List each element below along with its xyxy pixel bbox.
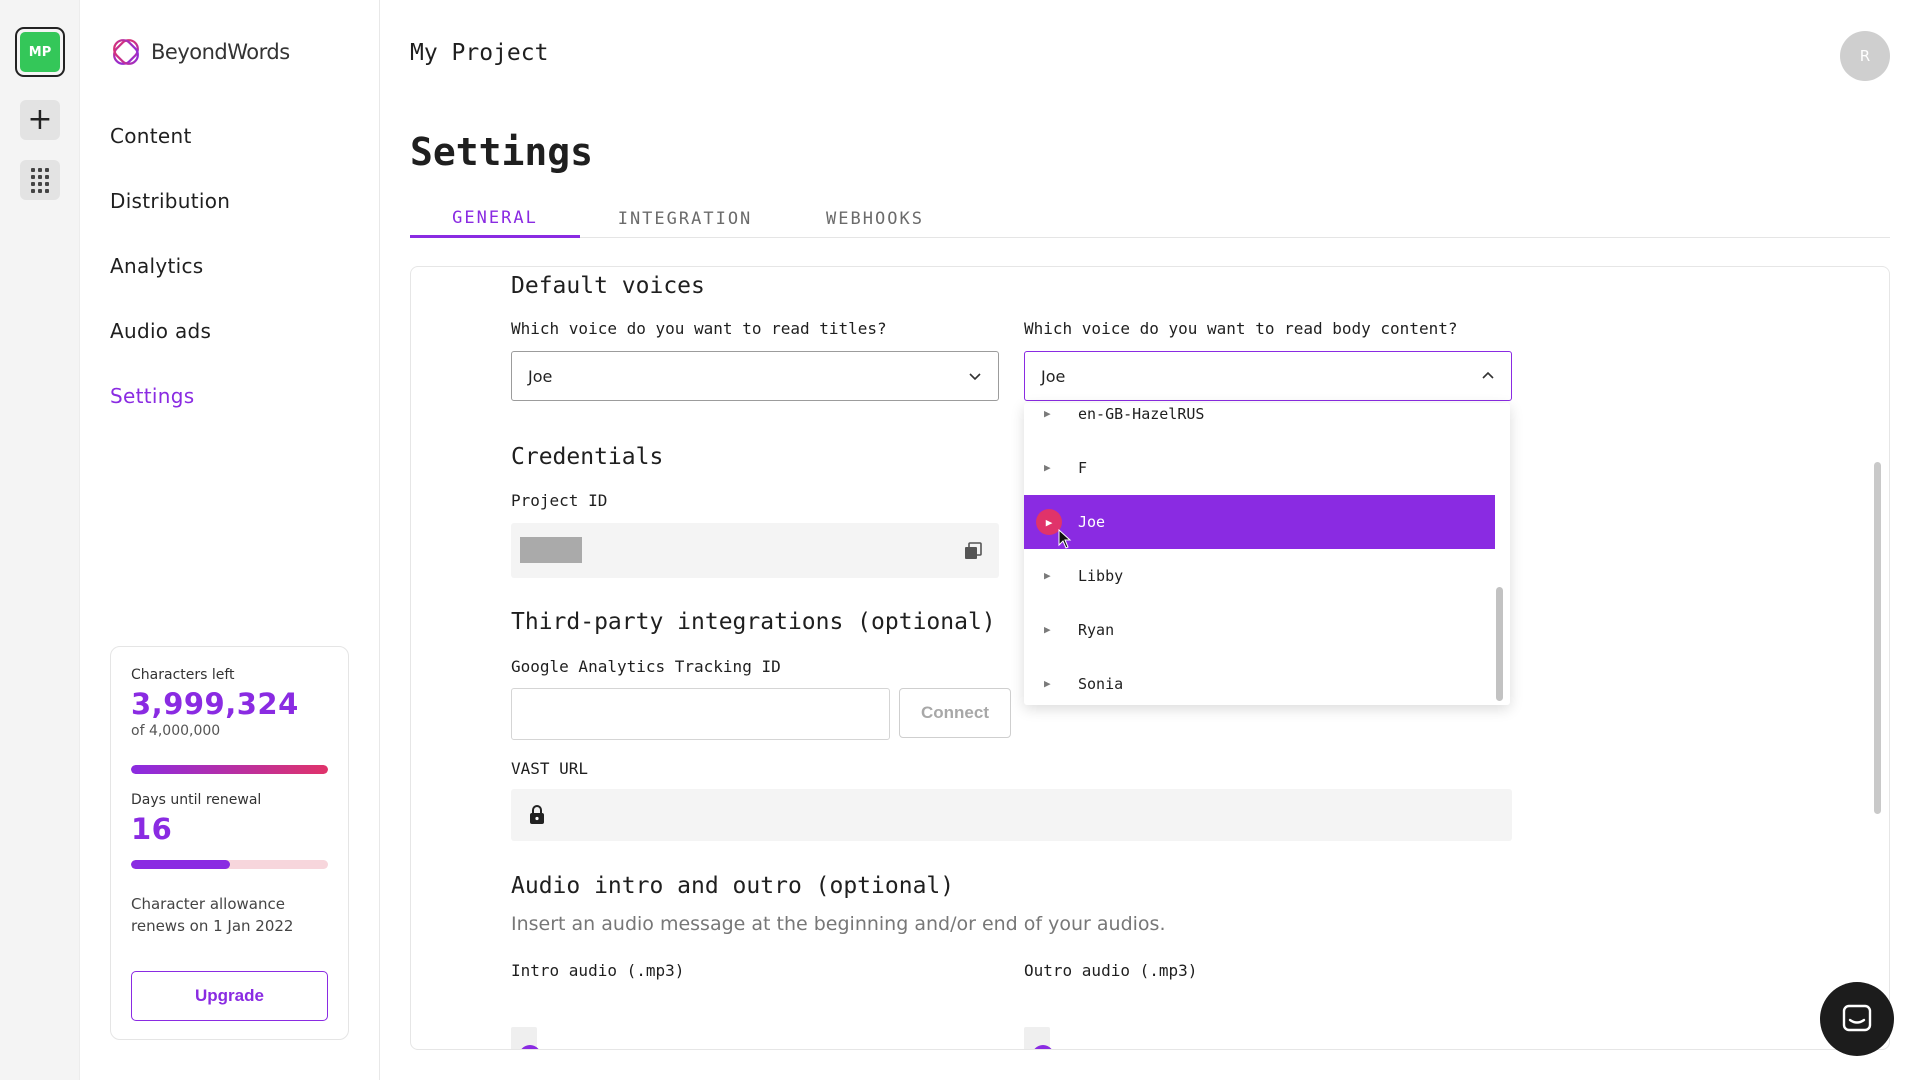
sidebar: BeyondWords Content Distribution Analyti… (80, 0, 380, 1080)
renewal-progress-bar (131, 860, 328, 869)
workspace-initials: MP (20, 32, 60, 72)
audio-heading: Audio intro and outro (optional) (511, 873, 955, 899)
plus-icon: + (27, 102, 53, 137)
voice-option-selected[interactable]: ▶ Joe (1024, 495, 1495, 549)
nav-item-content[interactable]: Content (110, 118, 230, 183)
upgrade-button[interactable]: Upgrade (131, 971, 328, 1021)
title-voice-select[interactable]: Joe (511, 351, 999, 401)
voice-option[interactable]: ▶ Ryan (1024, 603, 1495, 657)
ga-tracking-input[interactable] (511, 688, 890, 740)
days-until-renewal-value: 16 (131, 812, 173, 846)
voice-option[interactable]: ▶ Sonia (1024, 657, 1495, 705)
project-id-redacted (520, 537, 582, 563)
outro-audio-label: Outro audio (.mp3) (1024, 961, 1198, 980)
nav-menu: Content Distribution Analytics Audio ads… (110, 118, 230, 443)
voice-option-label: Libby (1078, 567, 1124, 585)
body-voice-select[interactable]: Joe (1024, 351, 1512, 401)
nav-item-settings[interactable]: Settings (110, 378, 230, 443)
voice-dropdown-menu: ▶ en-GB-HazelRUS ▶ F ▶ Joe ▶ Libby ▶ Rya… (1024, 403, 1510, 705)
voice-option-label: Joe (1078, 513, 1106, 531)
vast-url-label: VAST URL (511, 759, 589, 778)
days-until-renewal-label: Days until renewal (131, 792, 262, 808)
intro-audio-file[interactable] (511, 1027, 999, 1049)
brand-name: BeyondWords (151, 40, 290, 64)
beyondwords-logo-icon (113, 39, 139, 65)
project-name: My Project (410, 40, 549, 66)
body-voice-value: Joe (1041, 366, 1066, 386)
title-voice-value: Joe (528, 366, 553, 386)
connect-button[interactable]: Connect (899, 688, 1011, 738)
chat-launcher[interactable] (1820, 982, 1894, 1056)
renewal-progress-fill (131, 860, 230, 869)
voice-option-label: F (1078, 459, 1088, 477)
workspace-switcher[interactable]: MP (15, 27, 65, 77)
characters-left-value: 3,999,324 (131, 687, 299, 721)
tab-general[interactable]: GENERAL (410, 200, 580, 238)
play-icon[interactable]: ▶ (1044, 623, 1051, 636)
title-voice-label: Which voice do you want to read titles? (511, 319, 887, 338)
audio-description: Insert an audio message at the beginning… (511, 913, 1166, 935)
panel-scrollbar[interactable] (1874, 462, 1881, 814)
voice-option-label: Ryan (1078, 621, 1115, 639)
tab-integration[interactable]: INTEGRATION (580, 200, 790, 238)
characters-left-label: Characters left (131, 667, 235, 683)
grid-icon (31, 167, 49, 193)
apps-button[interactable] (20, 160, 60, 200)
play-icon[interactable]: ▶ (1044, 461, 1051, 474)
chevron-down-icon (969, 373, 981, 381)
nav-item-analytics[interactable]: Analytics (110, 248, 230, 313)
integrations-heading: Third-party integrations (optional) (511, 609, 996, 635)
play-icon[interactable]: ▶ (1044, 569, 1051, 582)
default-voices-heading: Default voices (511, 273, 705, 299)
tab-webhooks[interactable]: WEBHOOKS (790, 200, 960, 238)
outro-audio-file[interactable] (1024, 1027, 1512, 1049)
lock-icon (530, 805, 544, 824)
credentials-heading: Credentials (511, 444, 664, 470)
mouse-cursor-icon (1058, 529, 1072, 549)
vast-url-field (511, 789, 1512, 841)
dropdown-scrollbar[interactable] (1496, 587, 1503, 701)
chevron-up-icon (1482, 371, 1494, 379)
avatar[interactable]: R (1840, 31, 1890, 81)
voice-option-label: Sonia (1078, 675, 1124, 693)
usage-card: Characters left 3,999,324 of 4,000,000 D… (110, 646, 349, 1040)
characters-progress-fill (131, 765, 328, 774)
intro-audio-label: Intro audio (.mp3) (511, 961, 685, 980)
voice-option[interactable]: ▶ Libby (1024, 549, 1495, 603)
voice-option[interactable]: ▶ F (1024, 441, 1495, 495)
project-id-field (511, 523, 999, 578)
play-icon[interactable]: ▶ (1044, 677, 1051, 690)
ga-tracking-label: Google Analytics Tracking ID (511, 657, 781, 676)
nav-item-distribution[interactable]: Distribution (110, 183, 230, 248)
workspace-rail: MP + (0, 0, 80, 1080)
page-title: Settings (410, 130, 594, 174)
renewal-note: Character allowance renews on 1 Jan 2022 (131, 895, 294, 935)
avatar-initial: R (1859, 47, 1871, 65)
nav-item-audio-ads[interactable]: Audio ads (110, 313, 230, 378)
project-id-label: Project ID (511, 491, 608, 510)
play-icon[interactable]: ▶ (1044, 407, 1051, 420)
add-workspace-button[interactable]: + (20, 100, 60, 140)
settings-tabs: GENERAL INTEGRATION WEBHOOKS (410, 200, 1890, 238)
brand-logo[interactable]: BeyondWords (110, 36, 290, 68)
body-voice-label: Which voice do you want to read body con… (1024, 319, 1458, 338)
characters-progress-bar (131, 765, 328, 774)
voice-option[interactable]: ▶ en-GB-HazelRUS (1024, 403, 1495, 441)
characters-total: of 4,000,000 (131, 723, 221, 739)
voice-option-label: en-GB-HazelRUS (1078, 405, 1205, 423)
chat-icon (1842, 1004, 1872, 1032)
copy-icon[interactable] (963, 541, 983, 561)
